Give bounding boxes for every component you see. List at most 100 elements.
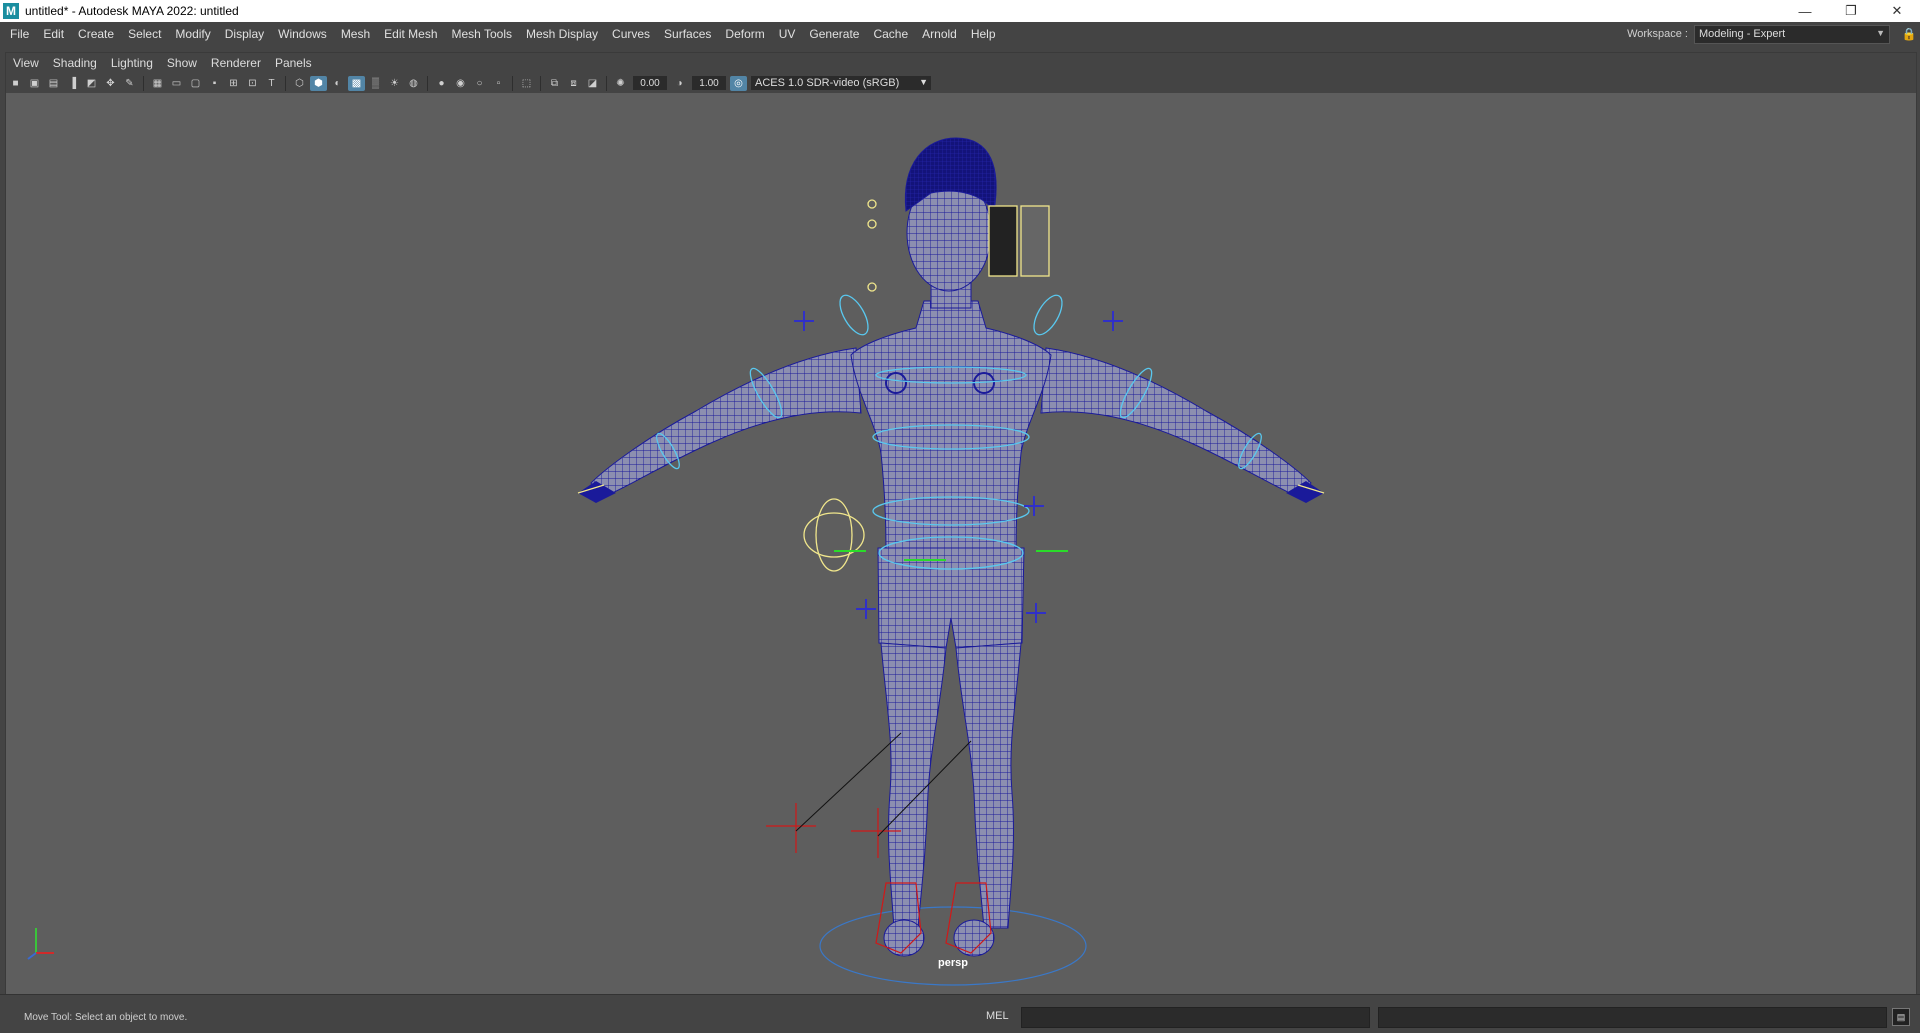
left-knee-locator[interactable] xyxy=(856,599,876,619)
textured-icon[interactable]: ◍ xyxy=(405,76,422,91)
exposure-field[interactable]: 0.00 xyxy=(633,76,667,90)
wireframe-icon[interactable]: ⬡ xyxy=(291,76,308,91)
gamma-icon[interactable]: ◑ xyxy=(671,76,688,91)
menu-cache[interactable]: Cache xyxy=(866,27,915,41)
camera-label: persp xyxy=(938,957,968,969)
menu-generate[interactable]: Generate xyxy=(802,27,866,41)
menu-surfaces[interactable]: Surfaces xyxy=(657,27,718,41)
anti-aliasing-icon[interactable]: ▫ xyxy=(490,76,507,91)
minimize-button[interactable]: — xyxy=(1782,0,1828,22)
menu-display[interactable]: Display xyxy=(218,27,271,41)
eye-aim-ctrl[interactable] xyxy=(867,199,877,209)
face-gui-panel[interactable] xyxy=(1020,205,1050,277)
left-shoulder-ctrl[interactable] xyxy=(834,291,873,339)
mel-label[interactable]: MEL xyxy=(986,1010,1009,1022)
shadows-icon[interactable]: ● xyxy=(433,76,450,91)
color-space-dropdown[interactable]: ACES 1.0 SDR-video (sRGB) ▼ xyxy=(751,76,931,90)
pole-lines xyxy=(795,732,972,837)
restore-button[interactable]: ❐ xyxy=(1828,0,1874,22)
eye-aim-ctrl[interactable] xyxy=(867,219,877,229)
menu-edit-mesh[interactable]: Edit Mesh xyxy=(377,27,444,41)
3d-viewport-canvas[interactable]: persp xyxy=(6,93,1916,995)
gate-mask-icon[interactable]: ▪ xyxy=(206,76,223,91)
xray-icon[interactable]: ▒ xyxy=(367,76,384,91)
panel-menubar: View Shading Lighting Show Renderer Pane… xyxy=(6,53,1916,73)
right-shoulder-locator[interactable] xyxy=(1103,311,1123,331)
lock-icon[interactable]: 🔒 xyxy=(1898,27,1920,41)
panel-menu-shading[interactable]: Shading xyxy=(46,56,104,70)
right-shoulder-ctrl[interactable] xyxy=(1028,291,1067,339)
panel-menu-panels[interactable]: Panels xyxy=(268,56,319,70)
right-knee-locator[interactable] xyxy=(1026,603,1046,623)
cog-ctrl-inner[interactable] xyxy=(815,498,853,572)
pole-line xyxy=(795,732,902,832)
viewport-panel: View Shading Lighting Show Renderer Pane… xyxy=(5,52,1917,996)
pelvis-locator[interactable] xyxy=(1024,496,1044,516)
isolate-select-icon[interactable]: ⬚ xyxy=(518,76,535,91)
workspace-dropdown[interactable]: Modeling - Expert ▼ xyxy=(1694,24,1890,44)
bookmark-icon[interactable]: ▐ xyxy=(64,76,81,91)
motion-blur-icon[interactable]: ○ xyxy=(471,76,488,91)
grid-icon[interactable]: ▦ xyxy=(149,76,166,91)
right-leg-mesh[interactable] xyxy=(955,642,1022,929)
wireframe-on-shaded-icon[interactable]: ▩ xyxy=(348,75,365,91)
script-editor-icon[interactable]: ▤ xyxy=(1892,1008,1910,1026)
chevron-down-icon: ▼ xyxy=(1876,27,1885,38)
character-mesh[interactable] xyxy=(578,137,1324,957)
smooth-shade-icon[interactable]: ⬢ xyxy=(310,75,327,91)
menu-mesh[interactable]: Mesh xyxy=(334,27,377,41)
panel-menu-renderer[interactable]: Renderer xyxy=(204,56,268,70)
left-shoulder-locator[interactable] xyxy=(794,311,814,331)
screen-space-ao-icon[interactable]: ◉ xyxy=(452,76,469,91)
use-all-lights-icon[interactable]: ☀ xyxy=(386,76,403,91)
menu-arnold[interactable]: Arnold xyxy=(915,27,964,41)
lock-camera-icon[interactable]: ▣ xyxy=(26,76,43,91)
toolbar-separator xyxy=(285,75,286,91)
2d-pan-icon[interactable]: ✥ xyxy=(102,76,119,91)
maya-app-icon[interactable]: M xyxy=(3,3,19,19)
camera-icon[interactable]: ■ xyxy=(7,76,24,91)
menu-curves[interactable]: Curves xyxy=(605,27,657,41)
gamma-field[interactable]: 1.00 xyxy=(692,76,726,90)
menu-mesh-tools[interactable]: Mesh Tools xyxy=(445,27,519,41)
workspace-value: Modeling - Expert xyxy=(1699,28,1786,40)
menu-mesh-display[interactable]: Mesh Display xyxy=(519,27,605,41)
color-management-icon[interactable]: ◎ xyxy=(730,75,747,91)
safe-title-icon[interactable]: T xyxy=(263,76,280,91)
left-arm-mesh[interactable] xyxy=(590,347,862,499)
resolution-gate-icon[interactable]: ▢ xyxy=(187,76,204,91)
menu-select[interactable]: Select xyxy=(121,27,168,41)
menu-modify[interactable]: Modify xyxy=(168,27,217,41)
safe-action-icon[interactable]: ⊡ xyxy=(244,76,261,91)
toolbar-separator xyxy=(540,75,541,91)
menu-help[interactable]: Help xyxy=(964,27,1003,41)
menu-edit[interactable]: Edit xyxy=(36,27,71,41)
menu-windows[interactable]: Windows xyxy=(271,27,334,41)
menu-uv[interactable]: UV xyxy=(772,27,803,41)
exposure-icon[interactable]: ✺ xyxy=(612,76,629,91)
default-material-icon[interactable]: ◐ xyxy=(329,76,346,91)
menu-deform[interactable]: Deform xyxy=(718,27,771,41)
hips-mesh[interactable] xyxy=(877,547,1025,649)
command-line-input[interactable] xyxy=(1021,1007,1370,1028)
field-chart-icon[interactable]: ⊞ xyxy=(225,76,242,91)
workspace-selector: Workspace : Modeling - Expert ▼ 🔒 xyxy=(1627,22,1920,46)
camera-attributes-icon[interactable]: ▤ xyxy=(45,76,62,91)
backface-icon[interactable]: ◪ xyxy=(584,76,601,91)
panel-menu-show[interactable]: Show xyxy=(160,56,204,70)
right-arm-mesh[interactable] xyxy=(1040,347,1312,499)
film-gate-icon[interactable]: ▭ xyxy=(168,76,185,91)
left-knee-pole-ctrl[interactable] xyxy=(766,803,816,853)
panel-menu-lighting[interactable]: Lighting xyxy=(104,56,160,70)
menu-file[interactable]: File xyxy=(0,27,36,41)
face-gui-panel[interactable] xyxy=(988,205,1018,277)
head-aim-ctrl[interactable] xyxy=(867,282,877,292)
xray-active-icon[interactable]: ⧈ xyxy=(565,76,582,91)
panel-menu-view[interactable]: View xyxy=(6,56,46,70)
menu-create[interactable]: Create xyxy=(71,27,121,41)
grease-pencil-icon[interactable]: ✎ xyxy=(121,76,138,91)
xray-joints-icon[interactable]: ⧉ xyxy=(546,76,563,91)
close-button[interactable]: ✕ xyxy=(1874,0,1920,22)
image-plane-icon[interactable]: ◩ xyxy=(83,76,100,91)
left-leg-mesh[interactable] xyxy=(880,642,947,929)
